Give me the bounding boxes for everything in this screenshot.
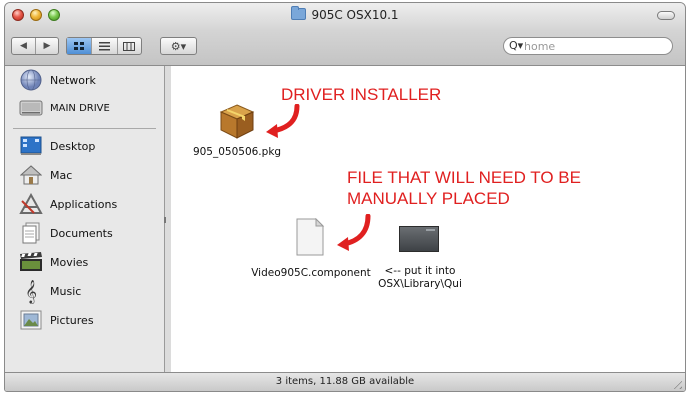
status-bar: 3 items, 11.88 GB available	[5, 372, 685, 391]
sidebar-item-label: Network	[50, 73, 96, 87]
sidebar-item-movies[interactable]: Movies	[19, 250, 88, 274]
pictures-icon	[19, 308, 43, 332]
sidebar-item-label: Mac	[50, 168, 73, 182]
window-title: 905C OSX10.1	[5, 6, 685, 22]
action-menu-button[interactable]: ⚙▾	[160, 37, 197, 55]
network-globe-icon	[19, 68, 43, 92]
file-label-line: <-- put it into	[384, 265, 456, 277]
title-bar[interactable]: 905C OSX10.1 ◀ ▶ ⚙▾ Q▾ home	[5, 3, 685, 66]
sidebar-item-label: Documents	[50, 226, 113, 240]
annotation-driver-installer: DRIVER INSTALLER	[281, 85, 442, 104]
sidebar-item-label: Movies	[50, 255, 89, 269]
movies-icon	[19, 250, 43, 274]
sidebar-item-mac[interactable]: Mac	[19, 163, 72, 187]
file-label[interactable]: 905_050506.pkg	[189, 146, 285, 158]
nav-buttons: ◀ ▶	[11, 37, 59, 55]
list-view-icon	[98, 41, 110, 50]
music-icon: 𝄞	[25, 279, 37, 303]
sidebar-item-label: Applications	[50, 197, 118, 211]
file-label-multiline[interactable]: <-- put it into OSX\Library\Qui	[365, 265, 475, 291]
resize-grip-icon[interactable]	[670, 377, 682, 389]
icon-view-icon	[73, 41, 84, 50]
file-label[interactable]: Video905C.component	[249, 267, 373, 279]
sidebar-item-label: Music	[50, 284, 82, 298]
search-field[interactable]: Q▾ home	[503, 37, 673, 55]
file-browser-area: 905_050506.pkg Video905C.component <-- p…	[171, 66, 685, 375]
applications-icon	[19, 192, 43, 216]
home-icon	[19, 163, 43, 187]
folder-icon	[291, 6, 307, 20]
status-text: 3 items, 11.88 GB available	[275, 376, 415, 387]
gear-icon: ⚙▾	[170, 39, 187, 53]
annotation-arrow-icon	[266, 104, 300, 138]
window-title-text: 905C OSX10.1	[311, 8, 399, 22]
thumbnail-mark	[426, 229, 435, 231]
list-view-button[interactable]	[92, 38, 118, 54]
sidebar-item-desktop[interactable]: Desktop	[19, 134, 95, 158]
annotation-manual-line1: FILE THAT WILL NEED TO BE	[347, 168, 581, 187]
sidebar-item-applications[interactable]: Applications	[19, 192, 117, 216]
sidebar-item-main-drive[interactable]: MAIN DRIVE	[19, 96, 110, 120]
sidebar-item-label: Desktop	[50, 139, 96, 153]
forward-arrow-icon[interactable]: ▶	[36, 38, 58, 54]
sidebar: Network MAIN DRIVE Desktop Mac Applicati…	[5, 66, 165, 375]
back-arrow-icon[interactable]: ◀	[12, 38, 36, 54]
file-label-line: OSX\Library\Qui	[378, 278, 462, 290]
search-placeholder: home	[524, 40, 556, 53]
sidebar-item-documents[interactable]: Documents	[19, 221, 113, 245]
documents-icon	[19, 221, 43, 245]
finder-window: 905C OSX10.1 ◀ ▶ ⚙▾ Q▾ home Network MAIN…	[4, 2, 686, 392]
package-box-icon[interactable]	[218, 102, 256, 140]
column-view-button[interactable]	[118, 38, 141, 54]
sidebar-resize-handle[interactable]	[164, 217, 166, 223]
toolbar-toggle-button[interactable]	[657, 11, 675, 20]
desktop-icon	[19, 134, 43, 158]
sidebar-item-music[interactable]: 𝄞 Music	[19, 279, 81, 303]
annotation-manual-line2: MANUALLY PLACED	[347, 189, 510, 208]
sidebar-item-label: MAIN DRIVE	[50, 102, 110, 114]
annotation-arrow-icon	[337, 214, 371, 251]
sidebar-divider	[13, 128, 156, 129]
image-thumbnail-icon[interactable]	[399, 226, 439, 252]
icon-view-button[interactable]	[67, 38, 93, 54]
column-view-icon	[123, 41, 136, 51]
view-buttons	[66, 37, 142, 55]
sidebar-item-network[interactable]: Network	[19, 68, 96, 92]
hard-drive-icon	[19, 96, 43, 120]
blank-document-icon[interactable]	[295, 217, 325, 256]
sidebar-item-label: Pictures	[50, 313, 94, 327]
search-icon: Q▾	[509, 39, 524, 52]
sidebar-item-pictures[interactable]: Pictures	[19, 308, 94, 332]
